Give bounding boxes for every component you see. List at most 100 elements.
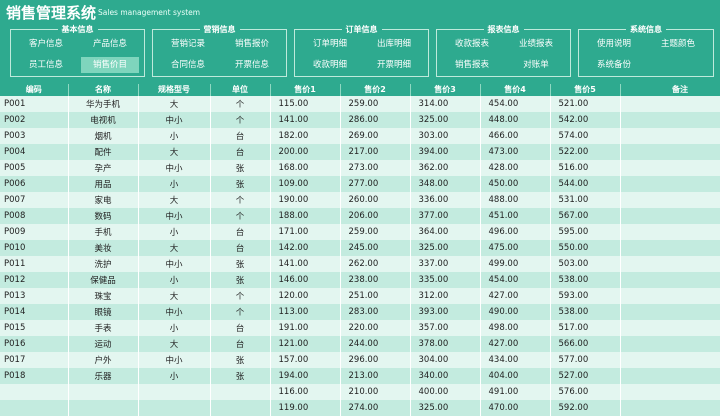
cell-price3[interactable]: 314.00 xyxy=(410,96,481,112)
cell-spec[interactable]: 大 xyxy=(138,336,211,352)
outbound-detail-button[interactable]: 出库明细 xyxy=(365,36,423,52)
cell-price5[interactable]: 550.00 xyxy=(550,240,621,256)
cell-price1[interactable]: 141.00 xyxy=(270,256,341,272)
cell-price1[interactable]: 191.00 xyxy=(270,320,341,336)
cell-price1[interactable]: 109.00 xyxy=(270,176,341,192)
cell-price3[interactable]: 377.00 xyxy=(410,208,481,224)
cell-price5[interactable]: 517.00 xyxy=(550,320,621,336)
cell-remark[interactable] xyxy=(620,352,720,368)
cell-price3[interactable]: 340.00 xyxy=(410,368,481,384)
cell-remark[interactable] xyxy=(620,176,720,192)
cell-price4[interactable]: 473.00 xyxy=(480,144,551,160)
cell-price3[interactable]: 303.00 xyxy=(410,128,481,144)
cell-code[interactable] xyxy=(0,400,69,416)
table-row[interactable]: P001 华为手机大个 115.00 259.00 314.00 454.00 521.00 xyxy=(0,96,720,112)
cell-price4[interactable]: 496.00 xyxy=(480,224,551,240)
cell-price1[interactable]: 142.00 xyxy=(270,240,341,256)
cell-price2[interactable]: 296.00 xyxy=(340,352,411,368)
cell-price4[interactable]: 450.00 xyxy=(480,176,551,192)
cell-price3[interactable]: 312.00 xyxy=(410,288,481,304)
cell-price3[interactable]: 393.00 xyxy=(410,304,481,320)
cell-remark[interactable] xyxy=(620,272,720,288)
cell-unit[interactable]: 个 xyxy=(210,96,271,112)
cell-price5[interactable]: 542.00 xyxy=(550,112,621,128)
cell-price4[interactable]: 451.00 xyxy=(480,208,551,224)
cell-name[interactable]: 华为手机 xyxy=(68,96,139,112)
cell-price2[interactable]: 259.00 xyxy=(340,224,411,240)
cell-price4[interactable]: 428.00 xyxy=(480,160,551,176)
cell-price2[interactable]: 260.00 xyxy=(340,192,411,208)
cell-spec[interactable]: 小 xyxy=(138,176,211,192)
cell-name[interactable] xyxy=(68,384,139,400)
cell-spec[interactable]: 中小 xyxy=(138,208,211,224)
invoice-info-button[interactable]: 开票信息 xyxy=(223,57,281,73)
sales-price-button[interactable]: 销售价目 xyxy=(81,57,139,73)
cell-price3[interactable]: 337.00 xyxy=(410,256,481,272)
cell-price5[interactable]: 521.00 xyxy=(550,96,621,112)
table-row[interactable]: P011 洗护 中小张 141.00 262.00 337.00 499.00 503.00 xyxy=(0,256,720,272)
cell-price2[interactable]: 220.00 xyxy=(340,320,411,336)
cell-unit[interactable]: 个 xyxy=(210,304,271,320)
cell-price3[interactable]: 348.00 xyxy=(410,176,481,192)
cell-code[interactable]: P001 xyxy=(0,96,69,112)
cell-spec[interactable]: 小 xyxy=(138,272,211,288)
cell-price1[interactable]: 116.00 xyxy=(270,384,341,400)
cell-remark[interactable] xyxy=(620,400,720,416)
cell-name[interactable]: 数码 xyxy=(68,208,139,224)
cell-spec[interactable]: 小 xyxy=(138,224,211,240)
table-row[interactable]: P003 烟机小台 182.00 269.00 303.00 466.00 574.00 xyxy=(0,128,720,144)
cell-code[interactable]: P003 xyxy=(0,128,69,144)
cell-remark[interactable] xyxy=(620,240,720,256)
cell-unit[interactable]: 张 xyxy=(210,272,271,288)
cell-remark[interactable] xyxy=(620,288,720,304)
cell-price4[interactable]: 448.00 xyxy=(480,112,551,128)
cell-price1[interactable]: 168.00 xyxy=(270,160,341,176)
table-row[interactable]: P016 运动大台 121.00 244.00 378.00 427.00 566.00 xyxy=(0,336,720,352)
cell-code[interactable]: P002 xyxy=(0,112,69,128)
cell-name[interactable]: 用品 xyxy=(68,176,139,192)
cell-spec[interactable] xyxy=(138,384,211,400)
cell-spec[interactable]: 小 xyxy=(138,320,211,336)
cell-unit[interactable]: 台 xyxy=(210,128,271,144)
cell-price5[interactable]: 574.00 xyxy=(550,128,621,144)
cell-name[interactable]: 眼镜 xyxy=(68,304,139,320)
cell-price4[interactable]: 490.00 xyxy=(480,304,551,320)
table-row[interactable]: P007 家电大个 190.00 260.00 336.00 488.00 531.00 xyxy=(0,192,720,208)
cell-name[interactable]: 保健品 xyxy=(68,272,139,288)
cell-code[interactable]: P006 xyxy=(0,176,69,192)
cell-price5[interactable]: 527.00 xyxy=(550,368,621,384)
cell-price1[interactable]: 171.00 xyxy=(270,224,341,240)
table-row[interactable]: 116.00 210.00 400.00 491.00 576.00 xyxy=(0,384,720,400)
cell-name[interactable]: 电视机 xyxy=(68,112,139,128)
cell-remark[interactable] xyxy=(620,128,720,144)
cell-price5[interactable]: 522.00 xyxy=(550,144,621,160)
cell-name[interactable]: 孕产 xyxy=(68,160,139,176)
cell-price2[interactable]: 283.00 xyxy=(340,304,411,320)
cell-spec[interactable]: 大 xyxy=(138,144,211,160)
cell-unit[interactable]: 张 xyxy=(210,368,271,384)
cell-price5[interactable]: 592.00 xyxy=(550,400,621,416)
cell-price4[interactable]: 466.00 xyxy=(480,128,551,144)
cell-spec[interactable]: 小 xyxy=(138,368,211,384)
cell-price3[interactable]: 364.00 xyxy=(410,224,481,240)
customer-info-button[interactable]: 客户信息 xyxy=(17,36,75,52)
cell-price4[interactable]: 498.00 xyxy=(480,320,551,336)
cell-price3[interactable]: 325.00 xyxy=(410,112,481,128)
cell-code[interactable]: P007 xyxy=(0,192,69,208)
cell-unit[interactable]: 台 xyxy=(210,336,271,352)
contract-info-button[interactable]: 合同信息 xyxy=(159,57,217,73)
cell-code[interactable]: P018 xyxy=(0,368,69,384)
cell-price4[interactable]: 475.00 xyxy=(480,240,551,256)
cell-code[interactable]: P009 xyxy=(0,224,69,240)
sales-quote-button[interactable]: 销售报价 xyxy=(223,36,281,52)
col-header-price3[interactable]: 售价3 xyxy=(410,84,481,96)
cell-remark[interactable] xyxy=(620,256,720,272)
cell-price2[interactable]: 259.00 xyxy=(340,96,411,112)
cell-spec[interactable]: 大 xyxy=(138,192,211,208)
cell-price2[interactable]: 245.00 xyxy=(340,240,411,256)
cell-remark[interactable] xyxy=(620,96,720,112)
cell-remark[interactable] xyxy=(620,304,720,320)
cell-price2[interactable]: 277.00 xyxy=(340,176,411,192)
cell-code[interactable]: P010 xyxy=(0,240,69,256)
cell-remark[interactable] xyxy=(620,384,720,400)
